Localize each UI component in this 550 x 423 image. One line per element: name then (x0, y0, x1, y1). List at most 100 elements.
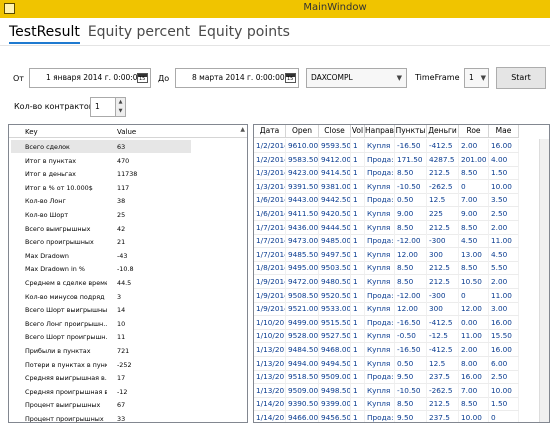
table-cell[interactable]: 9494.50 (319, 356, 351, 370)
table-cell[interactable]: 9497.50 (319, 247, 351, 261)
summary-row[interactable]: Итог в % от 10.000$ 117 (11, 181, 191, 194)
table-cell[interactable]: 1 (351, 207, 365, 220)
table-cell[interactable]: 237.5 (427, 411, 459, 422)
table-cell[interactable]: 9444.50 (319, 220, 351, 234)
table-cell[interactable]: 9533.00 (319, 302, 351, 316)
table-cell[interactable]: 9480.50 (319, 275, 351, 288)
table-cell[interactable]: 9473.00 (286, 234, 319, 248)
table-cell[interactable]: 1 (351, 152, 365, 166)
trades-col-header[interactable]: Open (286, 125, 319, 138)
table-cell[interactable]: Прода: (365, 166, 395, 180)
table-cell[interactable]: 300 (427, 247, 459, 261)
table-cell[interactable]: 16.00 (489, 139, 519, 152)
table-cell[interactable]: 1/13/2014 (254, 343, 286, 356)
table-cell[interactable]: Прода: (365, 370, 395, 384)
table-cell[interactable]: 15.50 (489, 329, 519, 343)
table-cell[interactable]: Купля (365, 179, 395, 193)
table-cell[interactable]: 1/7/2014 (254, 220, 286, 234)
trades-col-header[interactable]: Vol (351, 125, 365, 138)
table-cell[interactable]: 8.50 (395, 397, 427, 411)
table-cell[interactable]: 1/3/2014 (254, 166, 286, 180)
table-cell[interactable]: -300 (427, 234, 459, 248)
table-cell[interactable]: Купля (365, 343, 395, 356)
table-cell[interactable]: 11.00 (489, 288, 519, 302)
table-cell[interactable]: 1/7/2014 (254, 234, 286, 248)
trades-col-header[interactable]: Деньги (427, 125, 459, 138)
table-cell[interactable]: 8.00 (459, 356, 489, 370)
table-cell[interactable]: 1/6/2014 (254, 207, 286, 220)
table-cell[interactable]: 9412.00 (319, 152, 351, 166)
table-cell[interactable]: 1/6/2014 (254, 193, 286, 207)
table-cell[interactable]: 9484.50 (286, 343, 319, 356)
table-cell[interactable]: Купля (365, 397, 395, 411)
instrument-select[interactable]: DAXCOMPL ▼ (306, 68, 407, 88)
table-cell[interactable]: 10.00 (459, 411, 489, 422)
table-cell[interactable]: 2.00 (459, 343, 489, 356)
table-cell[interactable]: 9495.00 (286, 261, 319, 275)
summary-row[interactable]: Кол-во Лонг 38 (11, 194, 191, 207)
summary-row[interactable]: Max Dradown -43 (11, 249, 191, 262)
summary-row[interactable]: Процент проигрышных 33 (11, 412, 191, 422)
table-cell[interactable]: 9494.00 (286, 356, 319, 370)
table-cell[interactable]: 9508.50 (286, 288, 319, 302)
table-cell[interactable]: 212.5 (427, 261, 459, 275)
table-cell[interactable]: -12.5 (427, 329, 459, 343)
summary-row[interactable]: Итог в деньгах 11738 (11, 167, 191, 180)
table-cell[interactable]: 9381.00 (319, 179, 351, 193)
table-cell[interactable]: 8.50 (459, 261, 489, 275)
table-cell[interactable]: 9420.50 (319, 207, 351, 220)
table-cell[interactable]: 13.00 (459, 247, 489, 261)
table-cell[interactable]: 1/13/2014 (254, 370, 286, 384)
table-cell[interactable]: -10.50 (395, 383, 427, 397)
table-cell[interactable]: 1 (351, 220, 365, 234)
table-cell[interactable]: 9610.00 (286, 139, 319, 152)
chevron-up-icon[interactable]: ▲ (116, 98, 125, 107)
table-cell[interactable]: 9.00 (459, 207, 489, 220)
table-cell[interactable]: 9390.50 (286, 397, 319, 411)
table-cell[interactable]: 9509.00 (286, 383, 319, 397)
table-cell[interactable]: 9436.00 (286, 220, 319, 234)
table-cell[interactable]: 9528.00 (286, 329, 319, 343)
table-cell[interactable]: 3.50 (489, 193, 519, 207)
table-cell[interactable]: 8.50 (395, 275, 427, 288)
table-cell[interactable]: 3.00 (489, 302, 519, 316)
table-cell[interactable]: -16.50 (395, 315, 427, 329)
table-cell[interactable]: 9485.00 (319, 234, 351, 248)
summary-row[interactable]: Всего выигрышных 42 (11, 222, 191, 235)
table-cell[interactable]: 11.00 (489, 234, 519, 248)
table-cell[interactable]: 1/14/2014 (254, 397, 286, 411)
table-cell[interactable]: Купля (365, 275, 395, 288)
table-cell[interactable]: -16.50 (395, 139, 427, 152)
table-cell[interactable]: 9485.50 (286, 247, 319, 261)
table-cell[interactable]: 4.50 (459, 234, 489, 248)
table-cell[interactable]: 16.00 (489, 315, 519, 329)
summary-row[interactable]: Средняя выигрышная в... 17 (11, 371, 191, 384)
table-cell[interactable]: 12.00 (459, 302, 489, 316)
table-cell[interactable]: 1/2/2014 (254, 152, 286, 166)
table-cell[interactable]: -16.50 (395, 343, 427, 356)
table-cell[interactable]: Купля (365, 207, 395, 220)
table-cell[interactable]: 9520.50 (319, 288, 351, 302)
table-cell[interactable]: 9442.50 (319, 193, 351, 207)
table-cell[interactable]: 9583.50 (286, 152, 319, 166)
summary-row[interactable]: Всего Лонг проигрышн... 10 (11, 317, 191, 330)
summary-row[interactable]: Всего сделок 63 (11, 140, 191, 153)
table-cell[interactable]: 2.00 (489, 220, 519, 234)
table-cell[interactable]: 9423.00 (286, 166, 319, 180)
table-cell[interactable]: 9443.00 (286, 193, 319, 207)
table-cell[interactable]: 9399.00 (319, 397, 351, 411)
table-cell[interactable]: 4.50 (489, 247, 519, 261)
table-cell[interactable]: 171.50 (395, 152, 427, 166)
table-cell[interactable]: 1 (351, 329, 365, 343)
table-cell[interactable]: 9593.50 (319, 139, 351, 152)
table-cell[interactable]: 1 (351, 343, 365, 356)
table-cell[interactable]: 1 (351, 288, 365, 302)
table-cell[interactable]: 1/3/2014 (254, 179, 286, 193)
table-cell[interactable]: 9498.50 (319, 383, 351, 397)
trades-col-header[interactable]: Дата (254, 125, 286, 138)
table-cell[interactable]: 6.00 (489, 356, 519, 370)
table-cell[interactable]: 0.00 (459, 315, 489, 329)
table-cell[interactable]: 12.00 (395, 247, 427, 261)
summary-row[interactable]: Потери в пунктах в пунк... -252 (11, 358, 191, 371)
table-cell[interactable]: 1/13/2014 (254, 383, 286, 397)
